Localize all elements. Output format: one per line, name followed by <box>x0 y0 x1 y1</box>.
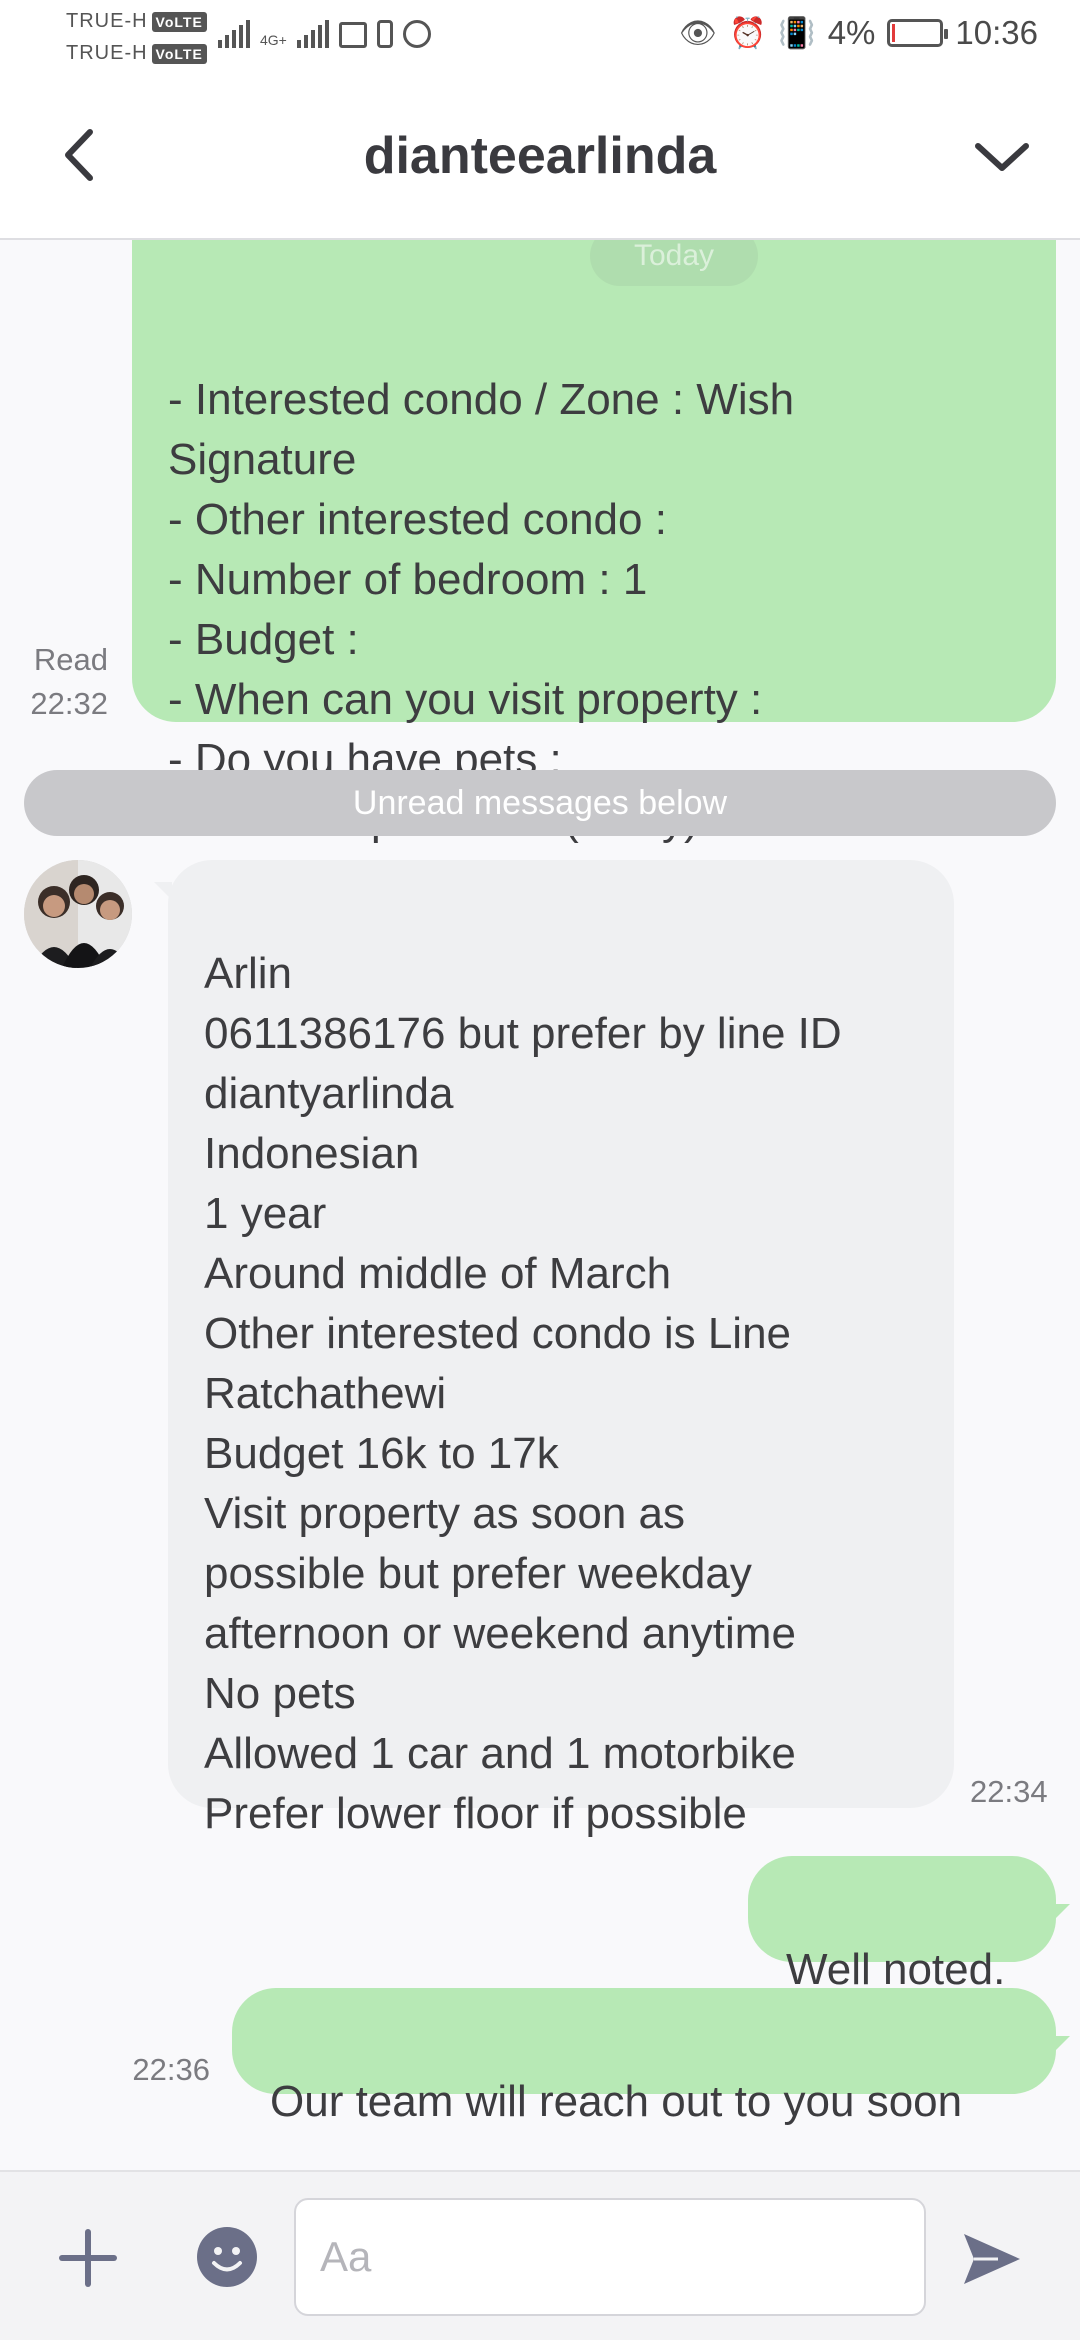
signal-icon-2 <box>296 18 329 48</box>
message-input-bar <box>0 2170 1080 2340</box>
message-meta-1: Read 22:32 <box>14 638 108 726</box>
clock-time: 10:36 <box>955 14 1038 51</box>
chat-message-list[interactable]: Today - Interested condo / Zone : Wish S… <box>0 240 1080 2170</box>
status-bar: TRUE-H VoLTE TRUE-H VoLTE 4G+ 👁 ⏰ 📳 4% 10:… <box>0 0 1080 78</box>
outgoing-message-2[interactable]: Well noted. <box>748 1856 1070 1994</box>
phone-icon <box>376 20 393 48</box>
battery-icon <box>887 19 949 47</box>
volte-badge-1: VoLTE <box>151 11 207 32</box>
unread-divider: Unread messages below <box>24 770 1056 836</box>
volte-badge-2: VoLTE <box>151 43 207 64</box>
send-button[interactable] <box>958 2226 1024 2292</box>
message-time: 22:36 <box>132 2052 210 2087</box>
message-text: Our team will reach out to you soon <box>270 2077 963 2126</box>
status-icons-right: 👁 ⏰ 📳 4% 10:36 <box>679 14 1038 52</box>
send-icon <box>964 2234 1020 2284</box>
menu-dropdown-button[interactable] <box>972 128 1032 188</box>
incoming-message[interactable]: Arlin 0611386176 but prefer by line ID d… <box>154 860 954 1838</box>
status-icons-left: 4G+ <box>218 18 431 48</box>
emoji-button[interactable] <box>196 2226 258 2288</box>
read-status: Read <box>33 642 108 677</box>
message-text: Well noted. <box>786 1945 1006 1994</box>
vibrate-icon: 📳 <box>778 16 816 50</box>
carrier-name-2: TRUE-H <box>66 42 148 64</box>
eye-icon: 👁 <box>678 16 717 50</box>
outgoing-message-3[interactable]: Our team will reach out to you soon <box>232 1988 1070 2126</box>
message-time: 22:32 <box>30 686 108 721</box>
message-text: Arlin 0611386176 but prefer by line ID d… <box>204 949 842 1838</box>
network-type-label: 4G+ <box>260 32 287 48</box>
plus-icon <box>59 2229 117 2287</box>
message-input[interactable] <box>294 2198 926 2316</box>
chevron-down-icon <box>975 143 1029 171</box>
carrier-label-2: TRUE-H VoLTE <box>66 42 207 65</box>
avatar-image <box>24 860 132 968</box>
alarm-icon: ⏰ <box>728 16 767 50</box>
notification-app-icon <box>338 22 367 48</box>
avatar[interactable] <box>24 860 132 968</box>
carrier-name-1: TRUE-H <box>66 10 148 32</box>
chat-header: dianteearlinda <box>0 78 1080 240</box>
add-attachment-button[interactable] <box>58 2228 118 2288</box>
smiley-icon <box>197 2227 257 2287</box>
message-time: 22:34 <box>970 1774 1048 1809</box>
pinterest-icon <box>402 20 431 48</box>
signal-icon <box>218 18 250 48</box>
date-divider: Today <box>590 240 758 286</box>
outgoing-message-1[interactable]: Today - Interested condo / Zone : Wish S… <box>132 240 1056 844</box>
battery-percent: 4% <box>827 14 876 51</box>
chat-title: dianteearlinda <box>363 127 717 185</box>
carrier-label-1: TRUE-H VoLTE <box>66 10 207 33</box>
